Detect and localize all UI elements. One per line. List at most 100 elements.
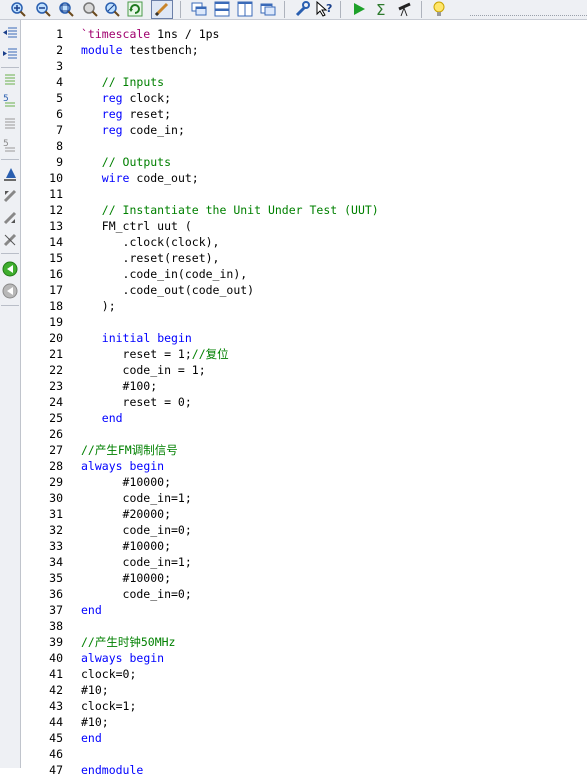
code-line[interactable]: #10000; — [81, 570, 171, 586]
next-bookmark-icon[interactable] — [2, 166, 18, 182]
clear-bookmark-icon[interactable] — [2, 210, 18, 226]
code-line[interactable]: reg clock; — [81, 90, 171, 106]
zoom-out-icon[interactable] — [33, 0, 51, 18]
code-line[interactable]: // Outputs — [81, 154, 171, 170]
code-line[interactable]: code_in = 1; — [81, 362, 206, 378]
code-line[interactable]: `timescale 1ns / 1ps — [81, 26, 220, 42]
code-line[interactable]: // Inputs — [81, 74, 164, 90]
code-line[interactable]: FM_ctrl uut ( — [81, 218, 192, 234]
code-line[interactable]: ); — [81, 298, 116, 314]
toggle-bookmark-icon[interactable]: 5 — [2, 137, 18, 153]
toolbar-grip — [470, 15, 587, 19]
lightbulb-icon[interactable] — [430, 0, 448, 18]
go-forward-icon[interactable] — [2, 232, 18, 248]
code-text: testbench; — [122, 43, 199, 57]
code-line[interactable]: .code_in(code_in), — [81, 266, 248, 282]
tile-vertical-icon[interactable] — [236, 0, 254, 18]
comment-icon[interactable] — [2, 72, 18, 88]
code-line[interactable]: endmodule — [81, 762, 143, 778]
bookmark-icon[interactable] — [2, 116, 18, 132]
code-line[interactable]: code_in=1; — [81, 554, 192, 570]
help-pointer-icon[interactable]: ? — [315, 0, 333, 18]
sigma-icon[interactable]: Σ — [373, 0, 391, 19]
code-line[interactable]: #100; — [81, 378, 158, 394]
code-line[interactable]: code_in=1; — [81, 490, 192, 506]
code-line[interactable]: reg reset; — [81, 106, 171, 122]
code-line[interactable]: code_in=0; — [81, 522, 192, 538]
cascade-icon[interactable] — [190, 0, 208, 18]
zoom-full-icon[interactable] — [80, 0, 98, 18]
go-back-disabled-icon[interactable] — [2, 283, 18, 299]
code-line[interactable]: //产生时钟50MHz — [81, 634, 175, 650]
zoom-in-icon[interactable] — [8, 0, 26, 18]
code-line[interactable]: #20000; — [81, 506, 171, 522]
code-line[interactable]: #10; — [81, 682, 109, 698]
code-line[interactable]: // Instantiate the Unit Under Test (UUT) — [81, 202, 379, 218]
indent-right-icon[interactable] — [2, 46, 18, 62]
code-line[interactable]: code_in=0; — [81, 586, 192, 602]
code-text: clock; — [122, 91, 172, 105]
code-line[interactable]: always begin — [81, 458, 164, 474]
line-number: 7 — [56, 123, 63, 137]
line-number: 29 — [49, 475, 63, 489]
code-line[interactable]: end — [81, 602, 102, 618]
code-line[interactable]: end — [81, 410, 123, 426]
code-line[interactable]: initial begin — [81, 330, 192, 346]
zoom-select-icon[interactable] — [102, 0, 120, 18]
code-text: #10000; — [81, 539, 172, 553]
code-keyword: wire — [101, 171, 130, 185]
line-number: 36 — [49, 587, 63, 601]
code-text: .code_out(code_out) — [81, 283, 255, 297]
code-line[interactable]: .reset(reset), — [81, 250, 220, 266]
code-line[interactable]: reg code_in; — [81, 122, 185, 138]
indent-left-icon[interactable] — [2, 25, 18, 41]
toolbar-separator — [284, 1, 285, 18]
tile-horizontal-icon[interactable] — [213, 0, 231, 18]
code-line[interactable]: .clock(clock), — [81, 234, 220, 250]
code-line[interactable]: reset = 0; — [81, 394, 192, 410]
code-line[interactable]: module testbench; — [81, 42, 199, 58]
window-icon[interactable] — [259, 0, 277, 18]
side-separator — [1, 67, 19, 68]
code-keyword: reg — [101, 107, 123, 121]
line-number: 18 — [49, 299, 63, 313]
code-text: code_in = 1; — [81, 363, 206, 377]
code-line[interactable]: //产生FM调制信号 — [81, 442, 178, 458]
go-back-icon[interactable] — [2, 261, 18, 277]
edit-mode-icon[interactable] — [151, 0, 173, 19]
wrench-icon[interactable] — [293, 0, 311, 18]
code-line[interactable]: #10000; — [81, 538, 171, 554]
line-number: 17 — [49, 283, 63, 297]
code-line[interactable]: .code_out(code_out) — [81, 282, 255, 298]
code-line[interactable]: clock=1; — [81, 698, 136, 714]
code-text: 1ns / 1ps — [150, 27, 220, 41]
line-number: 10 — [49, 171, 63, 185]
refresh-icon[interactable] — [126, 0, 144, 18]
toolbar-separator — [421, 1, 422, 18]
telescope-icon[interactable] — [396, 0, 414, 18]
code-editor[interactable]: `timescale 1ns / 1ps module testbench; //… — [81, 20, 587, 777]
line-number: 25 — [49, 411, 63, 425]
code-line[interactable]: #10000; — [81, 474, 171, 490]
code-line[interactable]: clock=0; — [81, 666, 136, 682]
code-comment: //产生时钟50MHz — [81, 635, 176, 649]
line-number: 44 — [49, 715, 63, 729]
code-line[interactable]: always begin — [81, 650, 164, 666]
line-number: 30 — [49, 491, 63, 505]
side-separator — [1, 253, 19, 254]
code-line[interactable]: reset = 1;//复位 — [81, 346, 229, 362]
code-line[interactable]: #10; — [81, 714, 109, 730]
line-number: 2 — [56, 43, 63, 57]
code-line[interactable]: end — [81, 730, 102, 746]
prev-bookmark-icon[interactable] — [2, 188, 18, 204]
code-line[interactable]: wire code_out; — [81, 170, 199, 186]
code-keyword: end — [101, 411, 123, 425]
zoom-fit-icon[interactable] — [56, 0, 74, 18]
code-comment: //产生FM调制信号 — [81, 443, 178, 457]
uncomment-icon[interactable]: 5 — [2, 92, 18, 108]
line-number: 9 — [56, 155, 63, 169]
run-icon[interactable] — [350, 0, 368, 18]
code-keyword: end — [81, 731, 102, 745]
code-keyword: end — [81, 603, 102, 617]
